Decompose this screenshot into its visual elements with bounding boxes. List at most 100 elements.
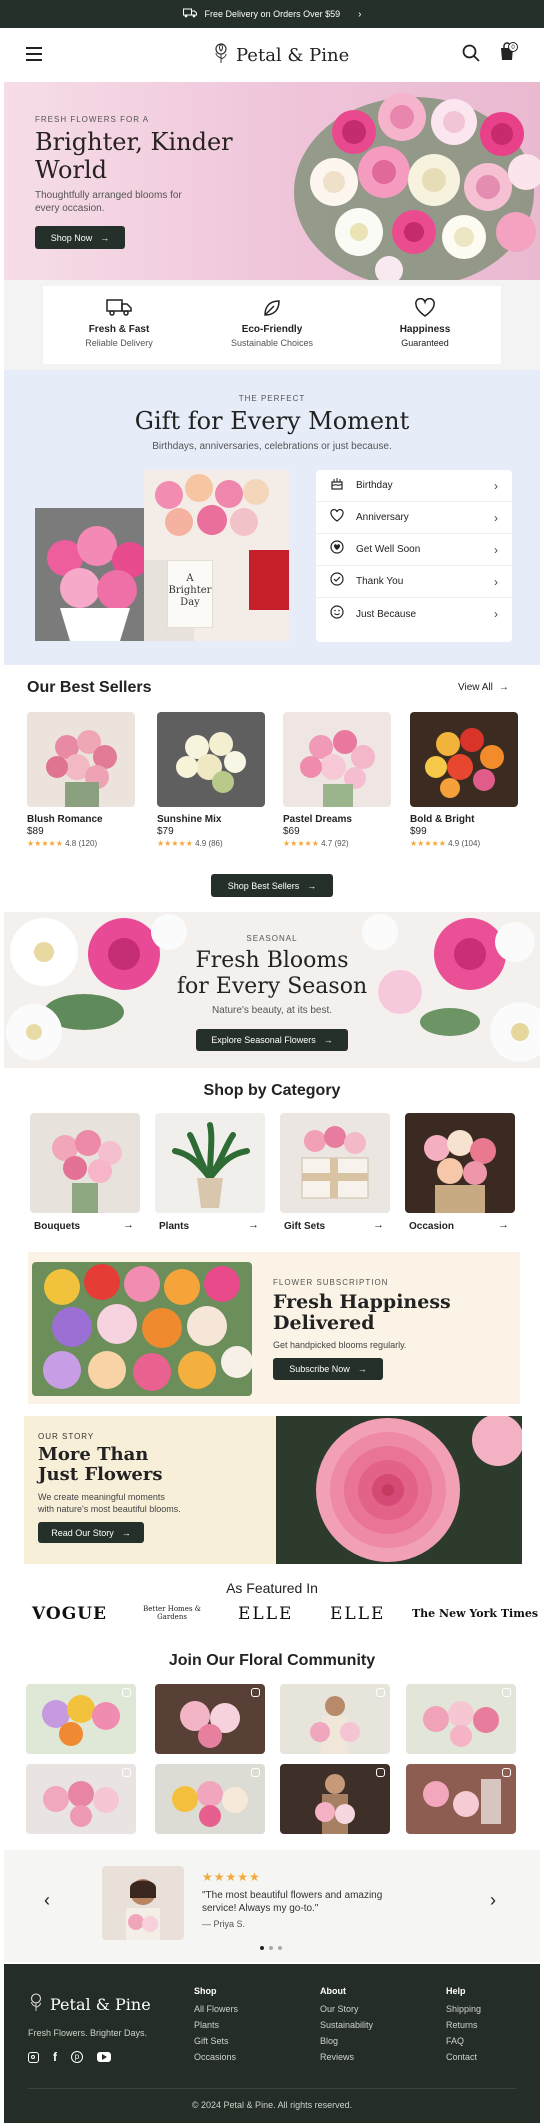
occasion-item-thank-you[interactable]: Thank You ›: [316, 566, 512, 598]
hero: FRESH FLOWERS FOR A Brighter, Kinder Wor…: [4, 82, 540, 280]
brand-logo[interactable]: Petal & Pine: [212, 42, 349, 69]
gift-section: THE PERFECT Gift for Every Moment Birthd…: [4, 370, 540, 665]
seasonal-eyebrow: SEASONAL: [246, 934, 298, 943]
logo-better-homes: Better Homes & Gardens: [143, 1605, 201, 1621]
chevron-right-icon[interactable]: ›: [490, 1890, 496, 1911]
subscription-title-1: Fresh Happiness: [273, 1291, 451, 1313]
product-card[interactable]: Bold & Bright $99 ★★★★★ 4.9 (104): [410, 712, 518, 857]
community-photo[interactable]: [26, 1684, 136, 1754]
cart-icon[interactable]: 0: [498, 42, 518, 67]
page: Free Delivery on Orders Over $59 › Petal…: [0, 0, 544, 2123]
category-card-bouquets[interactable]: Bouquets →: [30, 1113, 140, 1238]
feature-title: Happiness: [399, 324, 451, 335]
product-card[interactable]: Blush Romance $89 ★★★★★ 4.8 (120): [27, 712, 135, 857]
occasion-item-anniversary[interactable]: Anniversary ›: [316, 502, 512, 534]
facebook-icon[interactable]: f: [53, 2050, 57, 2064]
occasion-item-just-because[interactable]: Just Because ›: [316, 598, 512, 630]
arrow-right-icon: →: [323, 1035, 333, 1045]
community-photo[interactable]: [406, 1764, 516, 1834]
product-rating: ★★★★★ 4.9 (86): [157, 839, 223, 848]
pinterest-icon[interactable]: p: [71, 2051, 83, 2063]
category-image: [405, 1113, 515, 1213]
menu-icon[interactable]: [26, 47, 42, 61]
gift-eyebrow: THE PERFECT: [238, 394, 306, 403]
product-name: Bold & Bright: [410, 814, 475, 825]
testimonial-quote-2: service! Always my go-to.": [202, 1903, 319, 1914]
features-bar: Fresh & Fast Reliable Delivery Eco-Frien…: [4, 280, 540, 370]
arrow-right-icon: →: [248, 1219, 259, 1231]
product-rating: ★★★★★ 4.9 (104): [410, 839, 480, 848]
community-photo[interactable]: [155, 1684, 265, 1754]
youtube-icon[interactable]: [97, 2052, 111, 2062]
gift-subtitle: Birthdays, anniversaries, celebrations o…: [152, 441, 392, 452]
view-all-link[interactable]: View All →: [458, 682, 509, 693]
community-section: Join Our Floral Community: [0, 1644, 544, 1844]
footer-link[interactable]: Reviews: [320, 2052, 373, 2062]
product-card[interactable]: Pastel Dreams $69 ★★★★★ 4.7 (92): [283, 712, 391, 857]
occasion-item-get-well[interactable]: Get Well Soon ›: [316, 534, 512, 566]
promo-bar: Free Delivery on Orders Over $59 ›: [0, 0, 544, 28]
product-card[interactable]: Sunshine Mix $79 ★★★★★ 4.9 (86): [157, 712, 265, 857]
community-photo[interactable]: [155, 1764, 265, 1834]
cake-icon: [330, 476, 346, 495]
gift-card-line: Brighter: [168, 585, 212, 596]
category-label: Gift Sets: [284, 1221, 326, 1232]
occasion-label: Just Because: [356, 608, 417, 620]
category-card-occasion[interactable]: Occasion →: [405, 1113, 515, 1238]
footer-link[interactable]: Occasions: [194, 2052, 238, 2062]
category-card-plants[interactable]: Plants →: [155, 1113, 265, 1238]
story-title-1: More Than: [38, 1444, 149, 1465]
community-photo[interactable]: [280, 1684, 390, 1754]
product-price: $89: [27, 826, 44, 837]
footer-link[interactable]: Shipping: [446, 2004, 481, 2014]
subscribe-now-button[interactable]: Subscribe Now →: [273, 1358, 383, 1380]
testimonial-author: — Priya S.: [202, 1919, 246, 1929]
explore-seasonal-button[interactable]: Explore Seasonal Flowers →: [196, 1029, 348, 1051]
testimonial-stars: ★★★★★: [202, 1870, 261, 1884]
gift-roses-image: [144, 470, 289, 641]
footer-link[interactable]: Plants: [194, 2020, 238, 2030]
footer-link[interactable]: Contact: [446, 2052, 481, 2062]
category-label: Plants: [159, 1221, 190, 1232]
footer-link[interactable]: Blog: [320, 2036, 373, 2046]
chevron-right-icon[interactable]: ›: [358, 9, 361, 20]
rating-text: 4.9 (104): [448, 839, 481, 848]
product-image: [27, 712, 135, 807]
instagram-icon: [122, 1768, 131, 1777]
features-card: Fresh & Fast Reliable Delivery Eco-Frien…: [43, 286, 501, 364]
carousel-dot[interactable]: [269, 1946, 273, 1950]
footer-brand[interactable]: Petal & Pine: [28, 1992, 151, 2017]
chevron-left-icon[interactable]: ‹: [44, 1890, 50, 1911]
product-rating: ★★★★★ 4.7 (92): [283, 839, 349, 848]
instagram-icon[interactable]: [28, 2051, 39, 2063]
header: Petal & Pine 0: [0, 28, 544, 82]
chevron-right-icon: ›: [494, 478, 498, 493]
shop-best-sellers-button[interactable]: Shop Best Sellers →: [211, 874, 333, 897]
footer-link[interactable]: FAQ: [446, 2036, 481, 2046]
hero-subtitle-1: Thoughtfully arranged blooms for: [35, 190, 182, 201]
community-photo[interactable]: [26, 1764, 136, 1834]
category-card-gift-sets[interactable]: Gift Sets →: [280, 1113, 390, 1238]
carousel-dot[interactable]: [278, 1946, 282, 1950]
footer-link[interactable]: Returns: [446, 2020, 481, 2030]
read-our-story-button[interactable]: Read Our Story →: [38, 1522, 144, 1543]
community-photo[interactable]: [280, 1764, 390, 1834]
feature-happiness: Happiness Guaranteed: [349, 286, 501, 364]
carousel-dot-active[interactable]: [260, 1946, 264, 1950]
occasion-item-birthday[interactable]: Birthday ›: [316, 470, 512, 502]
footer-link[interactable]: Our Story: [320, 2004, 373, 2014]
community-photo[interactable]: [406, 1684, 516, 1754]
brand-name: Petal & Pine: [236, 45, 350, 66]
arrow-right-icon: →: [498, 1219, 509, 1231]
truck-icon: [182, 8, 197, 20]
story-section: OUR STORY More Than Just Flowers We crea…: [24, 1416, 522, 1564]
search-icon[interactable]: [462, 44, 480, 67]
footer-link[interactable]: All Flowers: [194, 2004, 238, 2014]
footer-brand-name: Petal & Pine: [50, 1995, 151, 2014]
footer-link[interactable]: Gift Sets: [194, 2036, 238, 2046]
product-price: $99: [410, 826, 427, 837]
rose-logo-icon: [212, 42, 230, 69]
footer-link[interactable]: Sustainability: [320, 2020, 373, 2030]
arrow-right-icon: →: [121, 1527, 131, 1538]
shop-now-button[interactable]: Shop Now →: [35, 226, 125, 249]
